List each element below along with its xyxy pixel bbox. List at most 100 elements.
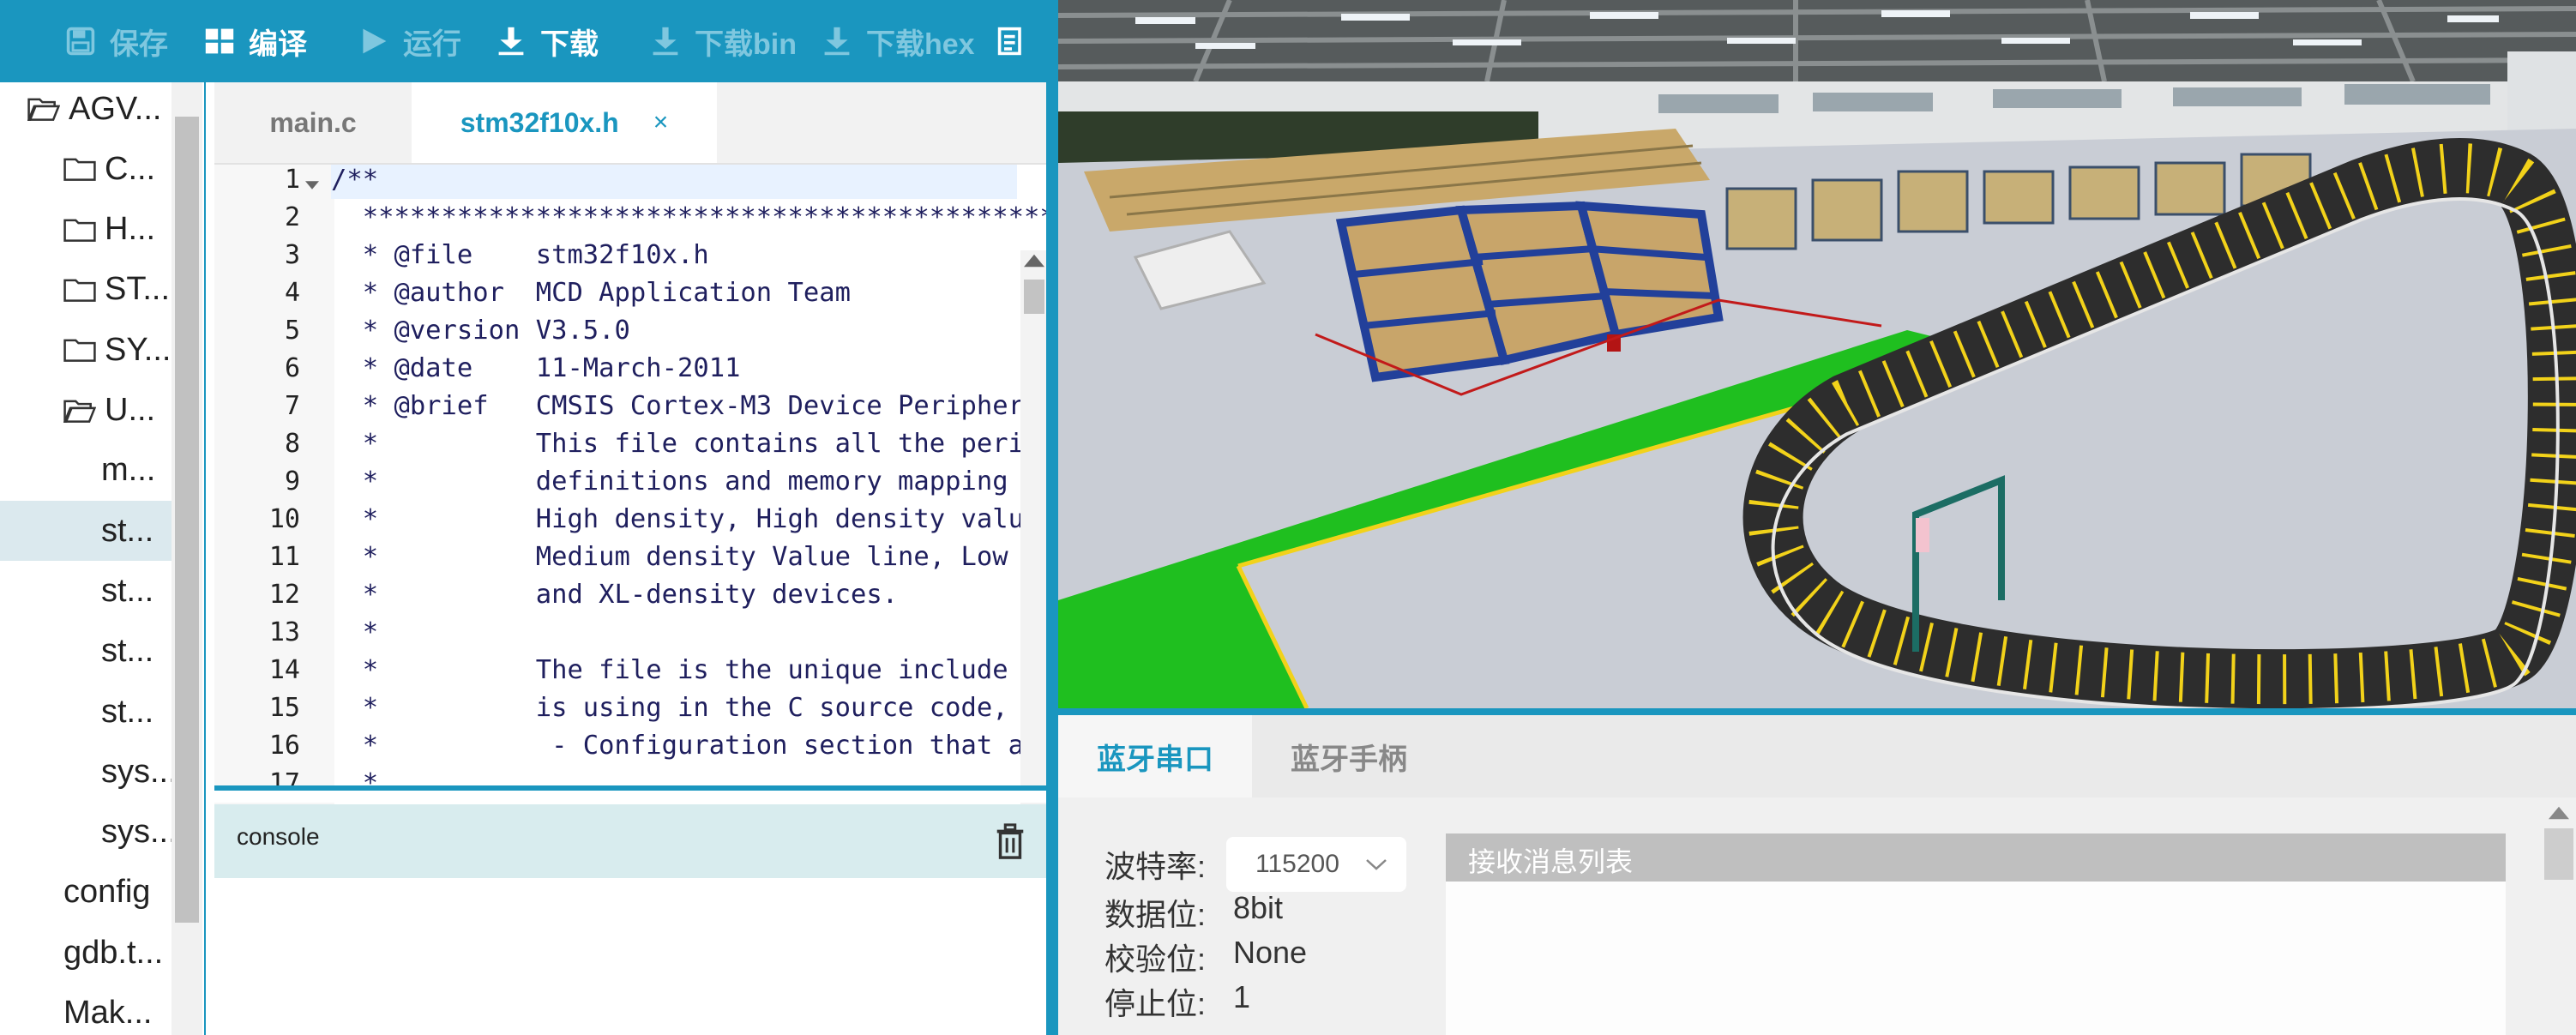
code-line: * High density, High density value line,…	[362, 504, 1040, 534]
tab-stm32f10x-h-label: stm32f10x.h	[460, 106, 619, 138]
tree-item-file[interactable]: gdb.t...	[0, 923, 172, 983]
save-button-label: 保存	[110, 27, 168, 61]
download-hex-button-label: 下载hex	[866, 27, 975, 61]
download-icon	[498, 27, 524, 56]
tree-item-folder[interactable]: U...	[0, 381, 172, 441]
tree-item-file[interactable]: m...	[0, 441, 172, 501]
folder-icon	[63, 279, 96, 302]
tree-item-file[interactable]: sys...	[0, 742, 178, 802]
tree-item-folder[interactable]: SY...	[0, 320, 172, 380]
bluetooth-panel: 蓝牙串口 蓝牙手柄 波特率: 115200 数据位: 8bit 校验位: Non…	[1058, 715, 2576, 1035]
line-number: 7	[284, 391, 300, 421]
line-number: 5	[284, 316, 300, 346]
run-button[interactable]: 运行	[358, 0, 461, 82]
tree-item-label: gdb.t...	[63, 934, 164, 971]
code-line: * @author MCD Application Team	[331, 278, 851, 308]
parity-label: 校验位:	[1104, 942, 1207, 977]
download-bin-icon	[653, 27, 678, 56]
download-bin-button[interactable]: 下载bin	[650, 0, 797, 82]
baud-rate-select[interactable]: 115200	[1226, 837, 1406, 892]
code-line: * and XL-density devices.	[331, 580, 899, 610]
save-button[interactable]: 保存	[65, 0, 168, 82]
code-line: * is using in the C source code, usually…	[362, 693, 1048, 723]
tree-item-label: config	[63, 874, 151, 911]
line-number: 10	[268, 504, 300, 534]
line-number-gutter: 1 2 3 4 5 6 7 8 9 10 11 12 13 14 15 16 17	[214, 165, 334, 868]
line-number: 8	[284, 429, 300, 459]
tree-item-label: ST...	[105, 271, 171, 308]
download-hex-icon	[824, 27, 850, 56]
console-output[interactable]	[214, 878, 1046, 1035]
tree-item-label: sys...	[101, 814, 178, 851]
code-line: * - Configuration section that allows to…	[362, 731, 1048, 761]
tree-item-label: sys...	[101, 753, 178, 790]
tab-bluetooth-gamepad-label: 蓝牙手柄	[1291, 743, 1407, 776]
editor-vertical-scrollbar[interactable]	[1020, 250, 1048, 868]
line-number: 15	[268, 693, 300, 723]
code-line: * @version V3.5.0	[331, 316, 630, 346]
tab-main-c[interactable]: main.c	[214, 82, 412, 163]
warehouse-3d-view[interactable]	[1058, 0, 2576, 708]
line-number: 16	[268, 731, 300, 761]
download-hex-button[interactable]: 下载hex	[822, 0, 975, 82]
tree-item-file[interactable]: st...	[0, 501, 172, 562]
baud-rate-value: 115200	[1255, 850, 1339, 878]
bluetooth-panel-scroll-thumb[interactable]	[2544, 828, 2573, 880]
console-title: console	[237, 823, 320, 850]
compile-button[interactable]: 编译	[204, 0, 307, 82]
tree-item-folder[interactable]: ST...	[0, 260, 172, 320]
code-area[interactable]: 1 2 3 4 5 6 7 8 9 10 11 12 13 14 15 16 17 /** **********…	[214, 165, 1048, 868]
editor-console-divider[interactable]	[214, 785, 1048, 803]
folder-open-icon	[27, 98, 60, 121]
tree-item-file[interactable]: st...	[0, 561, 172, 621]
tree-item-file[interactable]: st...	[0, 682, 172, 742]
tree-item-label: SY...	[105, 331, 172, 368]
tree-item-label: H...	[105, 211, 156, 248]
line-number: 14	[268, 655, 300, 685]
tab-main-c-label: main.c	[269, 106, 357, 138]
tree-item-file[interactable]: sys...	[0, 803, 178, 863]
run-button-label: 运行	[403, 27, 461, 61]
code-line: * definitions and memory mapping for STM…	[362, 466, 1048, 496]
toolbar: 保存 编译 运行 下载 下载bin 下载hex	[0, 0, 1048, 82]
scene-panel-splitter[interactable]	[1058, 708, 2576, 715]
tree-item-file[interactable]: config	[0, 863, 172, 923]
save-icon	[66, 27, 95, 56]
close-icon[interactable]: ×	[653, 108, 669, 137]
chevron-down-icon	[1366, 859, 1387, 870]
tree-item-folder[interactable]: C...	[0, 139, 172, 199]
file-tree-scroll-thumb[interactable]	[175, 117, 199, 923]
warehouse-scene-graphic	[1058, 0, 2576, 708]
tree-item-folder[interactable]: H...	[0, 200, 172, 260]
parity-value: None	[1233, 935, 1308, 970]
vertical-splitter[interactable]	[1046, 0, 1058, 1035]
line-number: 4	[284, 278, 300, 308]
bluetooth-tab-bar: 蓝牙串口 蓝牙手柄	[1058, 715, 2576, 797]
editor-vertical-scroll-thumb[interactable]	[1024, 280, 1044, 314]
scroll-up-icon[interactable]	[2549, 806, 2569, 820]
download-button[interactable]: 下载	[496, 0, 599, 82]
fold-arrow-icon[interactable]	[305, 180, 319, 190]
document-edit-icon	[997, 27, 1021, 56]
tree-item-folder[interactable]: AGV...	[0, 82, 172, 139]
tab-stm32f10x-h[interactable]: stm32f10x.h ×	[412, 82, 717, 163]
code-line: * This file contains all the peripheral …	[362, 429, 1048, 459]
data-bits-value: 8bit	[1233, 890, 1284, 925]
tab-bluetooth-serial[interactable]: 蓝牙串口	[1058, 715, 1252, 797]
compile-grid-icon	[205, 28, 234, 54]
tab-bluetooth-gamepad[interactable]: 蓝牙手柄	[1252, 715, 1446, 797]
line-number: 2	[284, 202, 300, 232]
tree-item-file[interactable]: st...	[0, 622, 172, 682]
trash-icon[interactable]	[993, 823, 1027, 859]
tree-item-label: Mak...	[63, 995, 153, 1031]
stop-bits-value: 1	[1233, 979, 1251, 1014]
console-header	[214, 804, 1046, 878]
download-bin-button-label: 下载bin	[695, 27, 797, 61]
code-line: /**	[331, 165, 379, 195]
line-number: 6	[284, 353, 300, 383]
line-number: 13	[268, 617, 300, 647]
scroll-up-icon[interactable]	[1024, 254, 1044, 268]
code-line: * Medium density Value line, Low density…	[362, 542, 1048, 572]
more-menu-button[interactable]	[996, 0, 1027, 82]
tree-item-file[interactable]: Mak...	[0, 984, 172, 1035]
